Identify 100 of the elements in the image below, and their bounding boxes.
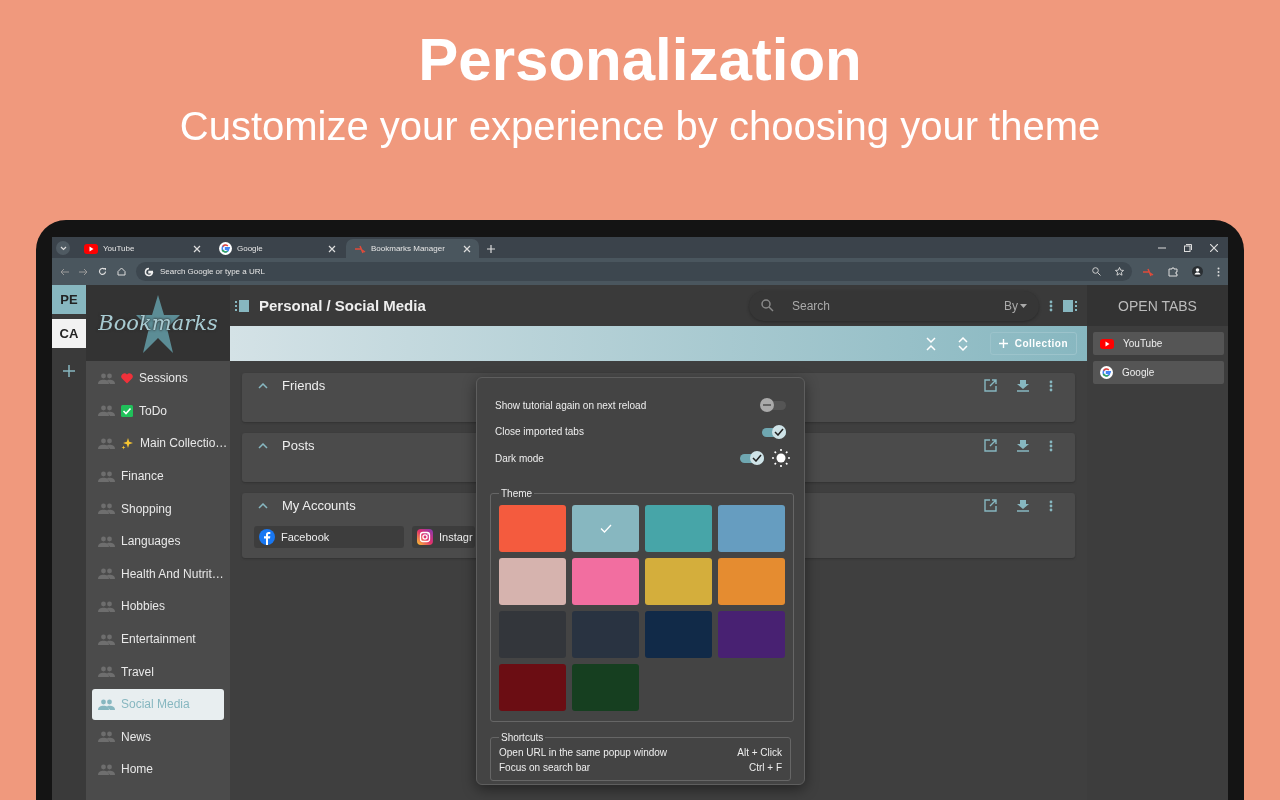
open-external-icon[interactable] xyxy=(984,439,997,452)
reload-icon[interactable] xyxy=(98,267,107,276)
sidebar-item[interactable]: Entertainment xyxy=(92,623,224,655)
tab-search-button[interactable] xyxy=(56,241,70,255)
browser-tab[interactable]: Google xyxy=(211,239,344,258)
theme-swatch[interactable] xyxy=(718,610,785,658)
sidebar-item[interactable]: Health And Nutrit… xyxy=(92,558,224,590)
sidebar-item[interactable]: Languages xyxy=(92,525,224,557)
bookmark-link[interactable]: Facebook xyxy=(254,526,404,548)
forward-icon[interactable] xyxy=(79,267,88,276)
home-icon[interactable] xyxy=(117,267,126,276)
setting-label: Dark mode xyxy=(495,452,544,464)
close-icon[interactable] xyxy=(328,244,336,253)
zoom-icon[interactable] xyxy=(1092,267,1101,276)
sidebar-item[interactable]: Home xyxy=(92,754,224,785)
puzzle-icon[interactable] xyxy=(1168,266,1178,277)
instagram-icon xyxy=(417,529,433,545)
toggle-switch[interactable] xyxy=(738,450,764,467)
minimize-icon[interactable] xyxy=(1158,244,1166,252)
profile-icon[interactable] xyxy=(1192,266,1203,277)
people-icon xyxy=(98,535,115,547)
checkmark-icon xyxy=(752,454,762,463)
add-workspace-icon[interactable] xyxy=(63,365,75,377)
download-icon[interactable] xyxy=(1017,439,1029,452)
shortcut-action: Open URL in the same popup window xyxy=(499,745,668,760)
collapse-icon[interactable] xyxy=(258,442,268,449)
browser-tab[interactable]: Bookmarks Manager xyxy=(346,239,479,258)
theme-swatch[interactable] xyxy=(499,557,566,605)
more-icon[interactable] xyxy=(1049,379,1053,392)
collapse-icon[interactable] xyxy=(258,502,268,509)
theme-swatch[interactable] xyxy=(718,504,785,552)
panel-toggle-icon[interactable] xyxy=(1063,299,1077,312)
people-icon xyxy=(98,763,115,775)
download-icon[interactable] xyxy=(1017,379,1029,392)
download-icon[interactable] xyxy=(1017,499,1029,512)
sun-icon[interactable] xyxy=(772,449,790,468)
bookmark-icon xyxy=(1142,266,1154,277)
star-icon[interactable] xyxy=(1115,267,1124,276)
address-bar[interactable]: Search Google or type a URL xyxy=(136,262,1132,281)
search-field[interactable]: Search By xyxy=(749,290,1039,321)
browser-tab[interactable]: YouTube xyxy=(76,239,209,258)
collapse-icon[interactable] xyxy=(258,382,268,389)
sidebar-item[interactable]: Main Collectio… xyxy=(92,428,224,459)
theme-swatch[interactable] xyxy=(499,663,566,711)
collection-title: Friends xyxy=(282,378,327,393)
people-icon xyxy=(98,600,115,612)
open-external-icon[interactable] xyxy=(984,379,997,392)
sidebar-item[interactable]: Shopping xyxy=(92,493,224,524)
theme-swatch[interactable] xyxy=(718,557,785,605)
theme-swatch[interactable] xyxy=(572,610,639,658)
restore-icon[interactable] xyxy=(1184,244,1192,252)
people-icon xyxy=(98,372,115,384)
back-icon[interactable] xyxy=(60,267,69,276)
more-icon[interactable] xyxy=(1049,499,1053,512)
workspace-tab[interactable]: PE xyxy=(52,285,86,314)
google-icon xyxy=(1100,366,1113,379)
people-icon xyxy=(98,438,115,449)
theme-swatch[interactable] xyxy=(645,504,712,552)
google-icon xyxy=(144,266,154,277)
promo-subtitle: Customize your experience by choosing your theme xyxy=(179,103,1101,150)
theme-swatch[interactable] xyxy=(645,610,712,658)
sidebar-item[interactable]: Travel xyxy=(92,656,224,687)
bookmark-link[interactable]: Instagr xyxy=(412,526,475,548)
close-icon[interactable] xyxy=(463,244,471,253)
close-icon[interactable] xyxy=(1210,244,1218,252)
sidebar-item[interactable]: Hobbies xyxy=(92,591,224,622)
toggle-switch[interactable] xyxy=(760,423,786,440)
people-icon xyxy=(98,666,115,678)
close-icon[interactable] xyxy=(193,244,201,253)
more-icon[interactable] xyxy=(1049,299,1053,312)
theme-legend: Theme xyxy=(499,487,535,499)
sort-dropdown[interactable]: By xyxy=(1004,298,1027,313)
theme-swatch[interactable] xyxy=(572,504,639,552)
more-icon[interactable] xyxy=(1049,439,1053,452)
caret-icon xyxy=(59,245,67,251)
theme-swatch[interactable] xyxy=(572,663,639,711)
breadcrumb: Personal / Social Media xyxy=(259,297,427,314)
new-tab-icon[interactable] xyxy=(487,245,495,253)
checkmark-icon xyxy=(599,523,612,533)
workspace-tab[interactable]: CA xyxy=(52,319,86,348)
checkmark-icon xyxy=(121,404,133,417)
open-tab-item[interactable]: YouTube xyxy=(1093,332,1224,355)
people-icon xyxy=(98,470,115,482)
heart-icon xyxy=(121,372,133,384)
menu-icon[interactable] xyxy=(1217,266,1220,277)
open-tab-item[interactable]: Google xyxy=(1093,361,1224,384)
theme-swatch[interactable] xyxy=(572,557,639,605)
open-external-icon[interactable] xyxy=(984,499,997,512)
toggle-switch[interactable] xyxy=(760,397,786,414)
sidebar-item[interactable]: Sessions xyxy=(92,363,224,394)
sidebar-item[interactable]: ToDo xyxy=(92,395,224,427)
sidebar-toggle-icon[interactable] xyxy=(235,299,249,312)
theme-swatch[interactable] xyxy=(645,557,712,605)
sidebar-item[interactable]: Finance xyxy=(92,460,224,492)
google-icon xyxy=(219,242,232,255)
promo-title: Personalization xyxy=(418,25,862,95)
people-icon xyxy=(98,503,115,515)
theme-swatch[interactable] xyxy=(499,504,566,552)
sidebar-item[interactable]: News xyxy=(92,721,224,753)
people-icon xyxy=(98,698,115,710)
